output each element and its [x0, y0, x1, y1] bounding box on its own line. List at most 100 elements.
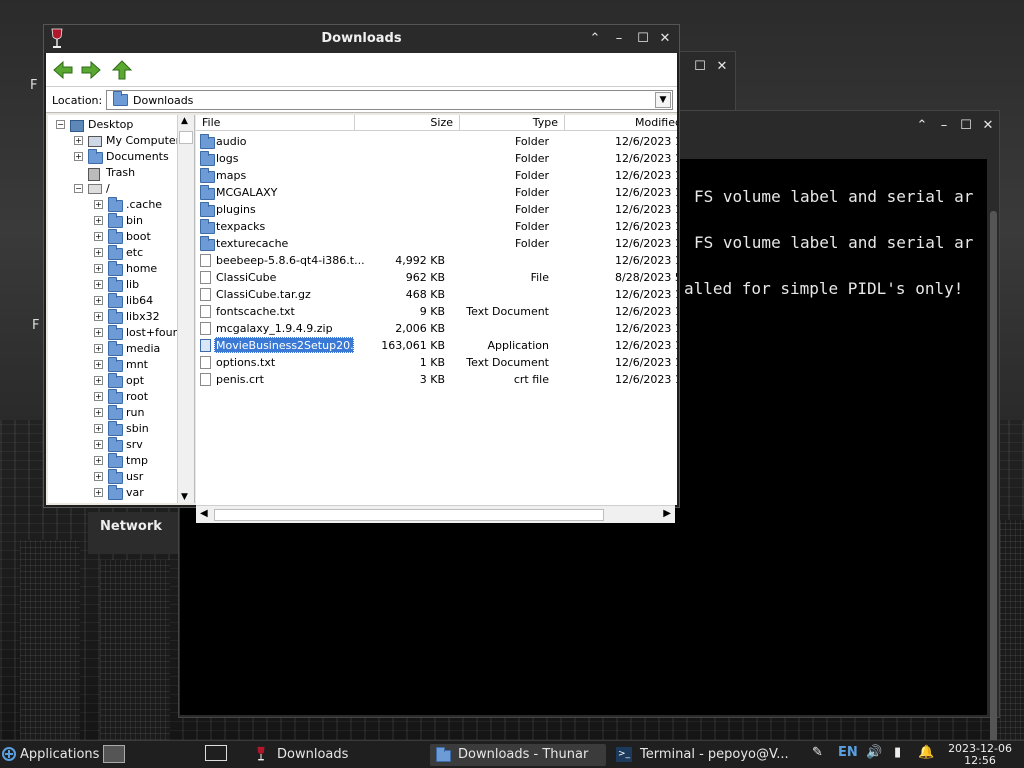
tree-item[interactable]: − / [48, 181, 178, 197]
expand-icon[interactable]: + [94, 472, 103, 481]
minimize-icon[interactable]: – [935, 117, 953, 135]
expand-icon[interactable]: + [94, 264, 103, 273]
close-icon[interactable]: ✕ [713, 58, 731, 76]
file-row[interactable]: MovieBusiness2Setup20... 163,061 KB Applic… [196, 337, 677, 354]
scroll-right-icon[interactable]: ▶ [663, 508, 671, 519]
expand-icon[interactable]: + [94, 408, 103, 417]
file-list[interactable]: File Size Type Modified audio Folder 12/6/… [196, 115, 677, 505]
tree-scrollbar[interactable]: ▲ ▼ [177, 115, 194, 503]
location-combobox[interactable]: Downloads ▼ [106, 90, 673, 110]
folder-tree[interactable]: − Desktop + My Computer + Documents Trash − / + .c… [48, 115, 195, 503]
file-row[interactable]: options.txt 1 KB Text Document 12/6/2023 12… [196, 354, 677, 371]
maximize-icon[interactable]: ☐ [634, 30, 652, 48]
file-row[interactable]: ClassiCube 962 KB File 8/28/2023 5:57 P [196, 269, 677, 286]
thunar-window[interactable]: ☐ ✕ [678, 51, 736, 111]
expand-icon[interactable]: + [94, 488, 103, 497]
tree-item[interactable]: + My Computer [48, 133, 180, 149]
back-arrow-icon[interactable] [52, 59, 74, 81]
expand-icon[interactable]: + [94, 376, 103, 385]
expand-icon[interactable]: + [94, 216, 103, 225]
show-desktop-icon[interactable] [205, 745, 227, 761]
forward-arrow-icon[interactable] [80, 59, 102, 81]
tree-item[interactable]: − Desktop [48, 117, 178, 133]
file-row[interactable]: ClassiCube.tar.gz 468 KB 12/6/2023 12:24 P [196, 286, 677, 303]
tree-item[interactable]: + home [48, 261, 178, 277]
file-row[interactable]: maps Folder 12/6/2023 12:25 P [196, 167, 677, 184]
tree-item[interactable]: + srv [48, 437, 178, 453]
keyboard-layout[interactable]: EN [838, 745, 858, 760]
maximize-icon[interactable]: ☐ [957, 117, 975, 135]
tree-item[interactable]: + opt [48, 373, 178, 389]
tree-item[interactable]: + run [48, 405, 178, 421]
file-row[interactable]: fontscache.txt 9 KB Text Document 12/6/2023… [196, 303, 677, 320]
tree-item[interactable]: + lib64 [48, 293, 178, 309]
tree-item[interactable]: + tmp [48, 453, 178, 469]
terminal-scrollbar[interactable] [988, 159, 999, 751]
column-header-type[interactable]: Type [460, 115, 565, 131]
expand-icon[interactable]: + [74, 152, 83, 161]
collapse-icon[interactable]: − [74, 184, 83, 193]
expand-icon[interactable]: + [94, 200, 103, 209]
file-manager-window[interactable]: Downloads ⌃ – ☐ ✕ Location: Downloads ▼ [43, 24, 680, 523]
task-downloads[interactable]: Downloads [277, 744, 348, 766]
tree-item[interactable]: + media [48, 341, 178, 357]
clock[interactable]: 2023-12-06 12:56 [948, 743, 1012, 767]
expand-icon[interactable]: + [94, 232, 103, 241]
expand-icon[interactable]: + [94, 360, 103, 369]
battery-icon[interactable]: ▮ [894, 745, 901, 760]
file-row[interactable]: MCGALAXY Folder 12/6/2023 12:39 P [196, 184, 677, 201]
file-row[interactable]: mcgalaxy_1.9.4.9.zip 2,006 KB 12/6/2023 12… [196, 320, 677, 337]
tree-item[interactable]: + lost+found [48, 325, 187, 341]
scroll-down-icon[interactable]: ▼ [181, 492, 188, 502]
tree-item[interactable]: + lib [48, 277, 178, 293]
scroll-up-icon[interactable]: ▲ [181, 116, 188, 126]
tree-item[interactable]: + sbin [48, 421, 178, 437]
close-icon[interactable]: ✕ [656, 30, 674, 48]
task-terminal[interactable]: >_ Terminal - pepoyo@V... [612, 744, 798, 766]
file-row[interactable]: texturecache Folder 12/6/2023 12:25 P [196, 235, 677, 252]
expand-icon[interactable]: + [94, 424, 103, 433]
volume-icon[interactable]: 🔊 [866, 745, 882, 760]
chevron-up-icon[interactable]: ⌃ [586, 30, 604, 48]
scroll-thumb[interactable] [214, 509, 604, 521]
expand-icon[interactable]: + [94, 248, 103, 257]
tree-item[interactable]: + etc [48, 245, 178, 261]
tree-item[interactable]: + bin [48, 213, 178, 229]
file-row[interactable]: audio Folder 12/6/2023 12:38 P [196, 133, 677, 150]
notifications-icon[interactable]: 🔔 [918, 745, 934, 760]
expand-icon[interactable]: + [94, 392, 103, 401]
titlebar[interactable]: Downloads ⌃ – ☐ ✕ [44, 25, 679, 53]
file-row[interactable]: beebeep-5.8.6-qt4-i386.t... 4,992 KB 12/6/… [196, 252, 677, 269]
tree-item[interactable]: + libx32 [48, 309, 178, 325]
column-header-modified[interactable]: Modified [565, 115, 677, 131]
tree-item[interactable]: + boot [48, 229, 178, 245]
network-icon[interactable]: ✎ [812, 745, 823, 760]
file-list-hscrollbar[interactable]: ◀ ▶ [196, 505, 675, 523]
tree-item[interactable]: + var [48, 485, 178, 501]
applications-menu-icon[interactable] [2, 747, 16, 761]
chevron-down-icon[interactable]: ▼ [655, 92, 671, 108]
expand-icon[interactable]: + [94, 328, 103, 337]
close-icon[interactable]: ✕ [979, 117, 997, 135]
expand-icon[interactable]: + [94, 280, 103, 289]
applications-menu[interactable]: Applications [20, 744, 99, 766]
file-row[interactable]: texpacks Folder 12/6/2023 12:24 P [196, 218, 677, 235]
expand-icon[interactable]: + [94, 296, 103, 305]
tree-item[interactable]: + .cache [48, 197, 178, 213]
chevron-up-icon[interactable]: ⌃ [913, 117, 931, 135]
tree-item[interactable]: + root [48, 389, 178, 405]
expand-icon[interactable]: + [94, 312, 103, 321]
tree-item[interactable]: Trash [48, 165, 178, 181]
tree-item[interactable]: + usr [48, 469, 178, 485]
column-header-file[interactable]: File [196, 115, 355, 131]
file-row[interactable]: logs Folder 12/6/2023 12:26 P [196, 150, 677, 167]
column-header-size[interactable]: Size [355, 115, 460, 131]
up-arrow-icon[interactable] [111, 59, 133, 81]
expand-icon[interactable]: + [94, 440, 103, 449]
tree-item[interactable]: + mnt [48, 357, 178, 373]
expand-icon[interactable]: + [94, 456, 103, 465]
expand-icon[interactable]: + [94, 344, 103, 353]
minimize-icon[interactable]: – [610, 30, 628, 48]
scroll-left-icon[interactable]: ◀ [200, 508, 208, 519]
file-row[interactable]: penis.crt 3 KB crt file 12/6/2023 12:21 P [196, 371, 677, 388]
